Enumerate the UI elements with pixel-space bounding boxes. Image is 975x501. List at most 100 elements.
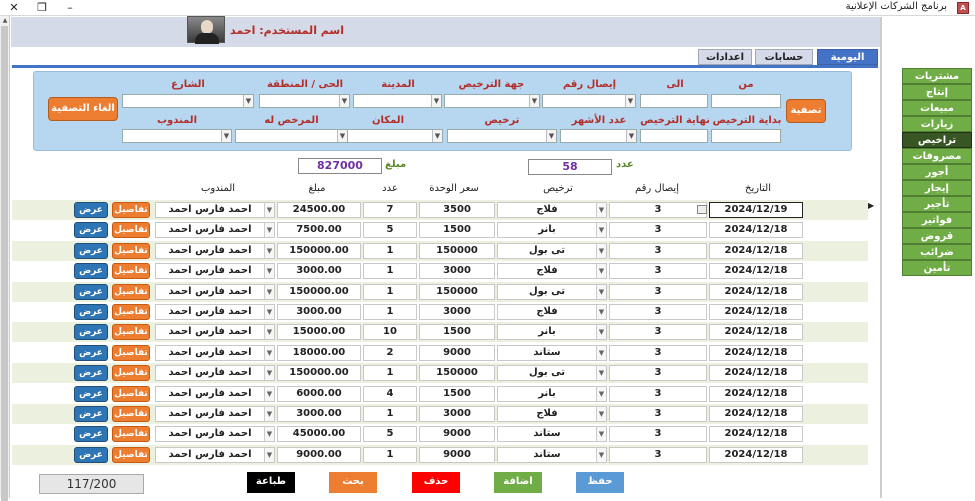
chevron-down-icon[interactable]: ▼ bbox=[264, 264, 274, 279]
chevron-down-icon[interactable]: ▼ bbox=[264, 427, 274, 442]
chevron-down-icon[interactable]: ▼ bbox=[264, 386, 274, 401]
view-button[interactable]: عرض bbox=[74, 242, 108, 259]
details-button[interactable]: تفاصيل bbox=[112, 222, 150, 239]
cell-license[interactable]: فلاج ▼ bbox=[497, 304, 607, 320]
cell-license[interactable]: تى بول ▼ bbox=[497, 283, 607, 300]
cell-receipt[interactable]: 3 bbox=[609, 283, 707, 300]
cell-receipt[interactable]: 3 bbox=[609, 385, 707, 402]
cell-count[interactable]: 5 bbox=[363, 222, 417, 239]
cell-count[interactable]: 2 bbox=[363, 344, 417, 361]
filter-street-select[interactable]: ▼ bbox=[122, 94, 254, 108]
filter-receipt-select[interactable]: ▼ bbox=[542, 94, 636, 108]
cell-date[interactable]: 2024/12/18 bbox=[709, 385, 803, 402]
cell-count[interactable]: 4 bbox=[363, 385, 417, 402]
cell-unit-price[interactable]: 3000 bbox=[419, 263, 495, 280]
cell-receipt[interactable]: 3 bbox=[609, 324, 707, 341]
cell-receipt[interactable]: 3 bbox=[609, 446, 707, 463]
cell-license[interactable]: فلاج ▼ bbox=[497, 406, 607, 422]
cell-amount[interactable]: 150000.00 bbox=[277, 283, 361, 300]
cell-amount[interactable]: 24500.00 bbox=[277, 202, 361, 218]
details-button[interactable]: تفاصيل bbox=[112, 365, 150, 382]
filter-license-select[interactable]: ▼ bbox=[447, 129, 557, 143]
cell-license[interactable]: تى بول ▼ bbox=[497, 242, 607, 259]
chevron-down-icon[interactable]: ▼ bbox=[596, 305, 606, 319]
cell-amount[interactable]: 7500.00 bbox=[277, 222, 361, 239]
sidebar-item-11[interactable]: ضرائب bbox=[902, 244, 972, 260]
filter-place-select[interactable]: ▼ bbox=[333, 129, 443, 143]
cell-unit-price[interactable]: 9000 bbox=[419, 344, 495, 361]
cell-receipt[interactable]: 3 bbox=[609, 202, 707, 218]
cell-date[interactable]: 2024/12/18 bbox=[709, 222, 803, 239]
sidebar-item-9[interactable]: فواتير bbox=[902, 212, 972, 228]
chevron-down-icon[interactable]: ▼ bbox=[596, 366, 606, 381]
cell-receipt[interactable]: 3 bbox=[609, 222, 707, 239]
cell-date[interactable]: 2024/12/18 bbox=[709, 263, 803, 280]
details-button[interactable]: تفاصيل bbox=[112, 426, 150, 443]
cell-amount[interactable]: 18000.00 bbox=[277, 344, 361, 361]
cell-unit-price[interactable]: 150000 bbox=[419, 365, 495, 382]
chevron-down-icon[interactable]: ▼ bbox=[596, 345, 606, 360]
view-button[interactable]: عرض bbox=[74, 406, 108, 422]
chevron-down-icon[interactable]: ▼ bbox=[264, 366, 274, 381]
cell-license[interactable]: فلاج ▼ bbox=[497, 263, 607, 280]
view-button[interactable]: عرض bbox=[74, 365, 108, 382]
details-button[interactable]: تفاصيل bbox=[112, 242, 150, 259]
filter-licensee-select[interactable]: ▼ bbox=[235, 129, 348, 143]
cell-unit-price[interactable]: 1500 bbox=[419, 222, 495, 239]
filter-district-select[interactable]: ▼ bbox=[259, 94, 350, 108]
chevron-down-icon[interactable]: ▼ bbox=[264, 345, 274, 360]
cell-license[interactable]: تى بول ▼ bbox=[497, 365, 607, 382]
cell-license[interactable]: ستاند ▼ bbox=[497, 426, 607, 443]
details-button[interactable]: تفاصيل bbox=[112, 324, 150, 341]
filter-to-input[interactable] bbox=[640, 94, 708, 108]
cell-rep[interactable]: احمد فارس احمد ▼ bbox=[155, 222, 275, 239]
cell-date[interactable]: 2024/12/18 bbox=[709, 242, 803, 259]
view-button[interactable]: عرض bbox=[74, 202, 108, 218]
record-selector-icon[interactable]: ▶ bbox=[868, 201, 874, 210]
details-button[interactable]: تفاصيل bbox=[112, 446, 150, 463]
cell-unit-price[interactable]: 150000 bbox=[419, 283, 495, 300]
cell-count[interactable]: 1 bbox=[363, 406, 417, 422]
chevron-down-icon[interactable]: ▼ bbox=[596, 325, 606, 340]
cell-receipt[interactable]: 3 bbox=[609, 242, 707, 259]
chevron-down-icon[interactable]: ▼ bbox=[596, 284, 606, 299]
cell-rep[interactable]: احمد فارس احمد ▼ bbox=[155, 304, 275, 320]
cell-count[interactable]: 1 bbox=[363, 365, 417, 382]
cell-amount[interactable]: 45000.00 bbox=[277, 426, 361, 443]
cell-rep[interactable]: احمد فارس احمد ▼ bbox=[155, 406, 275, 422]
restore-icon[interactable]: ❐ bbox=[28, 0, 56, 16]
chevron-down-icon[interactable]: ▼ bbox=[264, 223, 274, 238]
details-button[interactable]: تفاصيل bbox=[112, 202, 150, 218]
cell-date[interactable]: 2024/12/18 bbox=[709, 426, 803, 443]
cell-amount[interactable]: 3000.00 bbox=[277, 304, 361, 320]
minimize-icon[interactable]: – bbox=[56, 0, 84, 16]
filter-months-select[interactable]: ▼ bbox=[560, 129, 637, 143]
cell-amount[interactable]: 150000.00 bbox=[277, 242, 361, 259]
scroll-up-icon[interactable]: ▲ bbox=[1, 17, 9, 25]
view-button[interactable]: عرض bbox=[74, 446, 108, 463]
cell-rep[interactable]: احمد فارس احمد ▼ bbox=[155, 446, 275, 463]
cell-date[interactable]: 2024/12/18 bbox=[709, 304, 803, 320]
chevron-down-icon[interactable]: ▼ bbox=[596, 264, 606, 279]
chevron-down-icon[interactable]: ▼ bbox=[596, 386, 606, 401]
cell-unit-price[interactable]: 150000 bbox=[419, 242, 495, 259]
cell-license[interactable]: ستاند ▼ bbox=[497, 446, 607, 463]
calendar-icon[interactable] bbox=[697, 205, 707, 214]
chevron-down-icon[interactable]: ▼ bbox=[596, 407, 606, 421]
chevron-down-icon[interactable]: ▼ bbox=[596, 427, 606, 442]
close-icon[interactable]: ✕ bbox=[0, 0, 28, 16]
tab-settings[interactable]: اعدادات bbox=[698, 49, 752, 65]
cell-count[interactable]: 1 bbox=[363, 446, 417, 463]
cell-amount[interactable]: 3000.00 bbox=[277, 263, 361, 280]
tab-accounts[interactable]: حسابات bbox=[755, 49, 813, 65]
sidebar-item-8[interactable]: تأجير bbox=[902, 196, 972, 212]
cell-date[interactable]: 2024/12/18 bbox=[709, 324, 803, 341]
cell-amount[interactable]: 15000.00 bbox=[277, 324, 361, 341]
cell-license[interactable]: بانر ▼ bbox=[497, 222, 607, 239]
view-button[interactable]: عرض bbox=[74, 263, 108, 280]
sidebar-item-3[interactable]: زيارات bbox=[902, 116, 972, 132]
sidebar-item-7[interactable]: إيجار bbox=[902, 180, 972, 196]
filter-button[interactable]: تصفية bbox=[786, 99, 826, 123]
chevron-down-icon[interactable]: ▼ bbox=[596, 243, 606, 258]
cell-receipt[interactable]: 3 bbox=[609, 263, 707, 280]
